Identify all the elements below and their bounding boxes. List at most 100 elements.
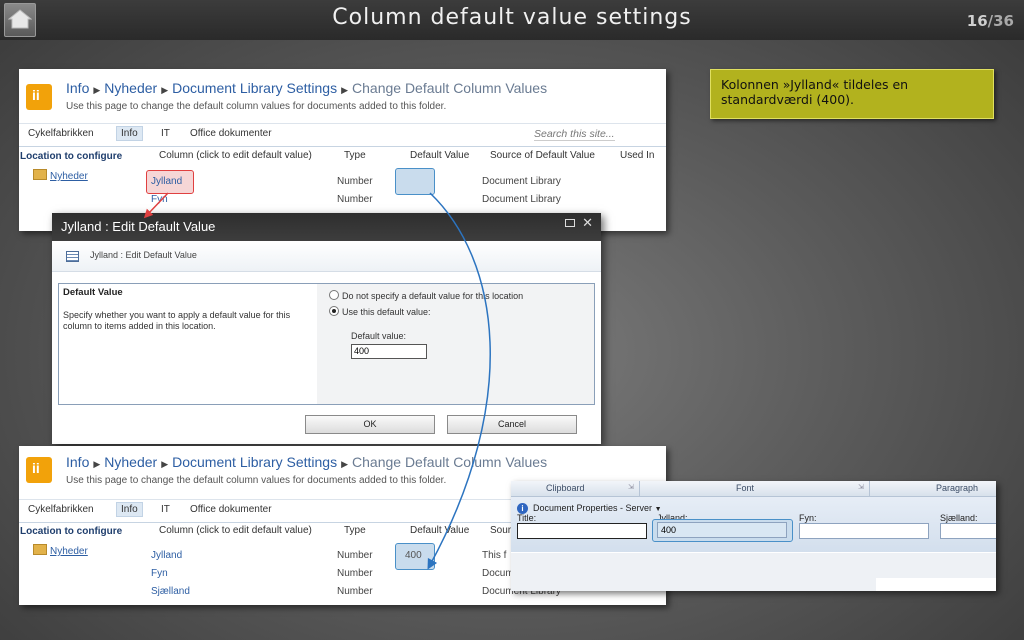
cell-default-value: 400 <box>405 550 422 561</box>
breadcrumb-info[interactable]: Info <box>66 80 89 96</box>
nav-item-it[interactable]: IT <box>161 504 170 515</box>
site-logo-icon: ii <box>26 457 52 483</box>
header-column: Column (click to edit default value) <box>159 525 312 536</box>
slide-title: Column default value settings <box>332 5 692 30</box>
breadcrumb: Info ▶ Nyheder ▶ Document Library Settings ▶ C… <box>66 80 547 96</box>
list-icon <box>66 251 79 262</box>
header-source: Source of Default Value <box>490 150 595 161</box>
nav-item-cykelfabrikken[interactable]: Cykelfabrikken <box>28 128 94 139</box>
dialog-launcher-icon[interactable]: ⇲ <box>628 483 634 491</box>
chevron-right-icon: ▶ <box>161 85 169 95</box>
nav-item-info[interactable]: Info <box>116 126 143 141</box>
sjaelland-field[interactable] <box>940 523 996 539</box>
page-description: Use this page to change the default colu… <box>66 101 447 112</box>
field-label-title: Title: <box>517 513 537 523</box>
breadcrumb-nyheder[interactable]: Nyheder <box>104 80 157 96</box>
document-area <box>511 553 996 591</box>
folder-link[interactable]: Nyheder <box>33 544 88 557</box>
section-description: Specify whether you want to apply a defa… <box>63 310 291 331</box>
chevron-right-icon: ▶ <box>341 459 349 469</box>
cell-type: Number <box>337 176 373 187</box>
group-divider <box>869 481 870 496</box>
nav-item-cykelfabrikken[interactable]: Cykelfabrikken <box>28 504 94 515</box>
callout-text: Kolonnen »Jylland« tildeles en standardv… <box>721 77 909 107</box>
office-document-properties: Clipboard ⇲ Font ⇲ Paragraph i Document … <box>511 481 996 591</box>
header-column: Column (click to edit default value) <box>159 150 312 161</box>
nav-item-office-dokumenter[interactable]: Office dokumenter <box>190 504 272 515</box>
jylland-field[interactable]: 400 <box>657 522 787 538</box>
default-value-input[interactable]: 400 <box>351 344 427 359</box>
search-input[interactable]: Search this site... <box>534 128 615 141</box>
folder-icon <box>33 544 47 555</box>
edit-default-value-dialog: Jylland : Edit Default Value ✕ Jylland :… <box>52 213 601 444</box>
cancel-button[interactable]: Cancel <box>447 415 577 434</box>
cell-type: Number <box>337 568 373 579</box>
chevron-right-icon: ▶ <box>161 459 169 469</box>
cell-type: Number <box>337 550 373 561</box>
page-number: 16 <box>966 12 988 30</box>
dialog-title: Jylland : Edit Default Value <box>61 219 216 234</box>
folder-label: Nyheder <box>50 171 88 182</box>
cell-source: Document Library <box>482 194 561 205</box>
ribbon-group-font: Font <box>736 483 755 493</box>
title-field[interactable] <box>517 523 647 539</box>
column-link-jylland[interactable]: Jylland <box>151 550 182 561</box>
field-label-sjaelland: Sjælland: <box>940 513 978 523</box>
breadcrumb: Info ▶ Nyheder ▶ Document Library Settings ▶ C… <box>66 454 547 470</box>
cell-source: Document Library <box>482 176 561 187</box>
cell-type: Number <box>337 586 373 597</box>
header-type: Type <box>344 525 366 536</box>
default-value-section: Default Value Specify whether you want t… <box>58 283 595 405</box>
section-controls: Do not specify a default value for this … <box>317 284 594 404</box>
nav-item-info[interactable]: Info <box>116 502 143 517</box>
document-properties-dropdown[interactable]: Document Properties - Server ▼ <box>533 503 662 513</box>
site-logo-icon: ii <box>26 84 52 110</box>
column-link-fyn[interactable]: Fyn <box>151 194 168 205</box>
page-description: Use this page to change the default colu… <box>66 475 447 486</box>
header-source: Sour <box>490 525 512 536</box>
breadcrumb-info[interactable]: Info <box>66 454 89 470</box>
callout-note: Kolonnen »Jylland« tildeles en standardv… <box>710 69 994 119</box>
header-default-value: Default Value <box>410 525 470 536</box>
page-counter: 16/36 <box>967 12 1014 30</box>
radio-selected-icon <box>329 306 339 316</box>
chevron-right-icon: ▶ <box>341 85 349 95</box>
group-divider <box>639 481 640 496</box>
document-page <box>876 578 996 591</box>
breadcrumb-current: Change Default Column Values <box>352 80 548 96</box>
ribbon-group-paragraph: Paragraph <box>936 483 979 493</box>
folder-label: Nyheder <box>50 546 88 557</box>
column-link-fyn[interactable]: Fyn <box>151 568 168 579</box>
nav-item-it[interactable]: IT <box>161 128 170 139</box>
header-default-value: Default Value <box>410 150 470 161</box>
breadcrumb-library-settings[interactable]: Document Library Settings <box>172 454 337 470</box>
ok-button[interactable]: OK <box>305 415 435 434</box>
folder-link[interactable]: Nyheder <box>33 169 88 182</box>
nav-item-office-dokumenter[interactable]: Office dokumenter <box>190 128 272 139</box>
dialog-subheader: Jylland : Edit Default Value <box>52 241 601 272</box>
header-location: Location to configure <box>20 151 123 162</box>
default-value-highlight <box>395 168 435 195</box>
radio-use-default[interactable]: Use this default value: <box>329 306 431 317</box>
column-link-jylland[interactable]: Jylland <box>151 176 182 187</box>
section-label: Default Value <box>63 287 123 298</box>
close-icon[interactable]: ✕ <box>582 215 593 231</box>
header-location: Location to configure <box>20 526 123 537</box>
column-link-sjaelland[interactable]: Sjælland <box>151 586 190 597</box>
default-value-label: Default value: <box>351 331 407 341</box>
sharepoint-panel-top: ii Info ▶ Nyheder ▶ Document Library Setting… <box>19 69 666 231</box>
dialog-launcher-icon[interactable]: ⇲ <box>858 483 864 491</box>
breadcrumb-nyheder[interactable]: Nyheder <box>104 454 157 470</box>
cell-source: Docum <box>482 568 514 579</box>
breadcrumb-library-settings[interactable]: Document Library Settings <box>172 80 337 96</box>
header-type: Type <box>344 150 366 161</box>
ribbon-group-bar: Clipboard ⇲ Font ⇲ Paragraph <box>511 481 996 497</box>
chevron-right-icon: ▶ <box>93 459 101 469</box>
breadcrumb-current: Change Default Column Values <box>352 454 548 470</box>
chevron-down-icon: ▼ <box>654 506 662 513</box>
radio-no-default[interactable]: Do not specify a default value for this … <box>329 290 523 301</box>
fyn-field[interactable] <box>799 523 929 539</box>
header-used-in: Used In <box>620 150 655 161</box>
dialog-subtitle: Jylland : Edit Default Value <box>90 250 197 260</box>
maximize-icon[interactable] <box>565 219 575 227</box>
